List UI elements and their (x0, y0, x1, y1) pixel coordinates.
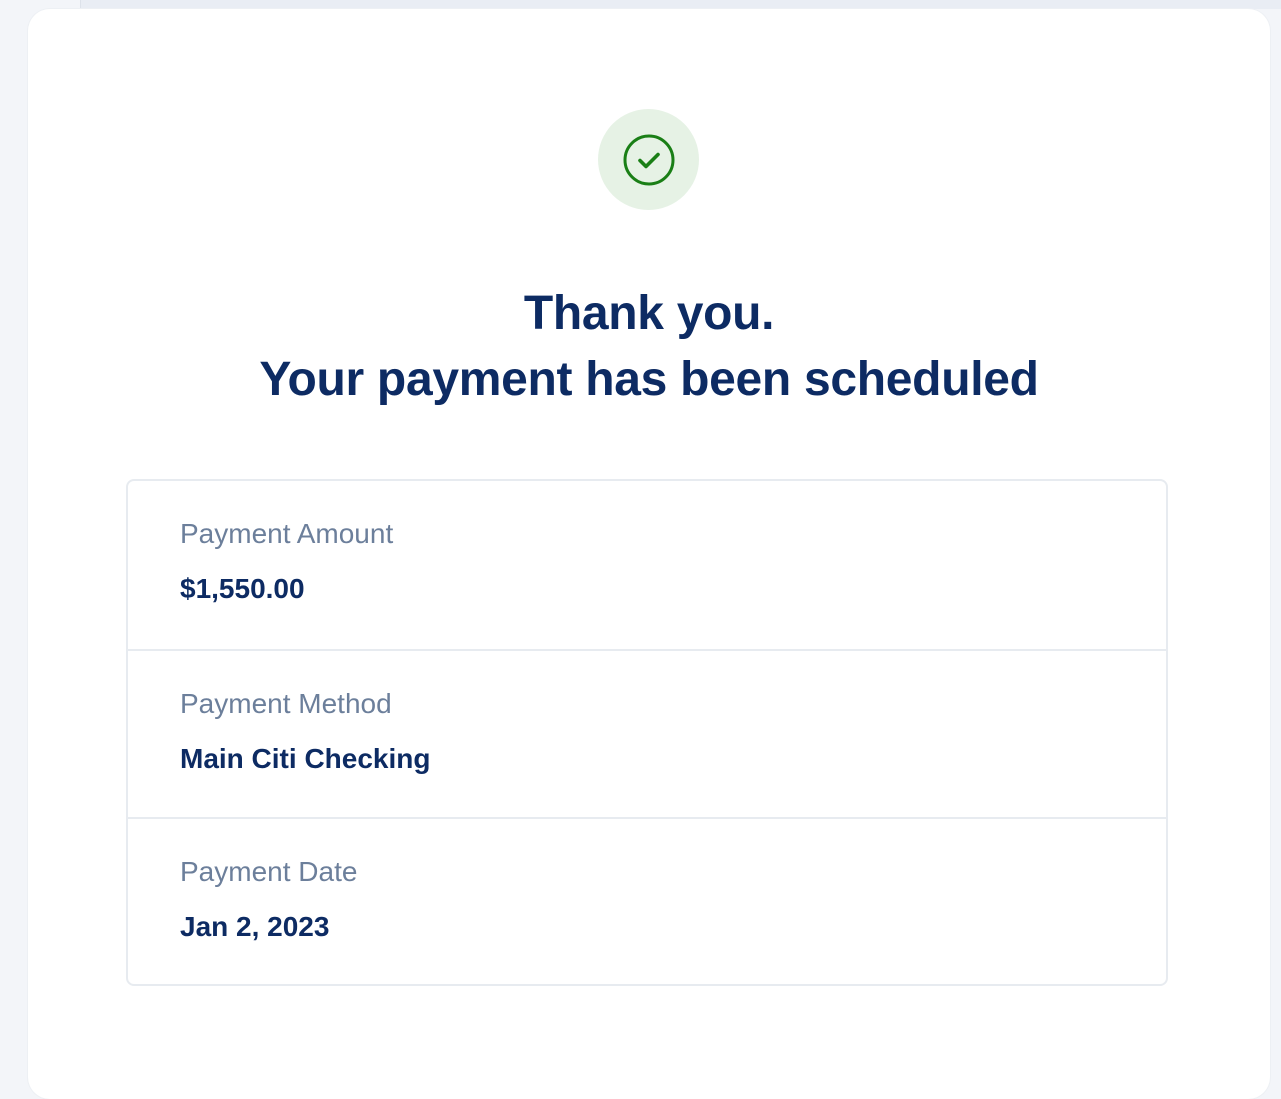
payment-amount-row: Payment Amount $1,550.00 (128, 481, 1166, 649)
confirmation-title-line-1: Thank you. (523, 287, 775, 340)
payment-amount-label: Payment Amount (180, 518, 394, 549)
payment-method-row: Payment Method Main Citi Checking (128, 649, 1166, 817)
confirmation-title: Thank you. Your payment has been schedul… (28, 281, 1270, 413)
payment-summary: Payment Amount $1,550.00 Payment Method … (126, 479, 1168, 986)
payment-date-label: Payment Date (180, 856, 358, 887)
payment-amount-value: $1,550.00 (180, 573, 305, 604)
payment-date-value: Jan 2, 2023 (180, 911, 330, 942)
payment-confirmation-card: Thank you. Your payment has been schedul… (28, 9, 1270, 1099)
payment-method-value: Main Citi Checking (180, 743, 431, 774)
payment-method-label: Payment Method (180, 688, 392, 719)
header-strip (80, 0, 1281, 9)
check-circle-icon (623, 134, 674, 185)
success-status (598, 109, 699, 210)
confirmation-title-line-2: Your payment has been scheduled (259, 353, 1039, 406)
payment-date-row: Payment Date Jan 2, 2023 (128, 817, 1166, 985)
